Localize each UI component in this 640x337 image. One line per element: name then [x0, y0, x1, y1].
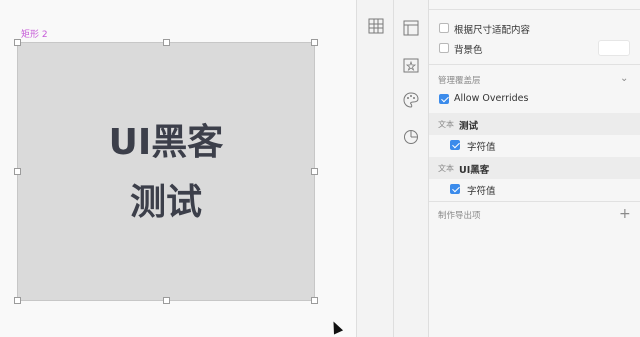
- group-name: 测试: [459, 121, 479, 132]
- export-section-title: 制作导出项: [438, 211, 481, 221]
- layer-name-label[interactable]: 矩形 2: [21, 27, 48, 40]
- override-value-checkbox[interactable]: [450, 140, 460, 150]
- toolbar-right: [394, 0, 429, 337]
- palette-icon[interactable]: [402, 92, 420, 110]
- resize-handle-left[interactable]: [14, 168, 21, 175]
- app-window: 矩形 2 UI黑客 测试 根据尺寸适配内容 背景色 管理覆盖层 ⌄ Allow …: [0, 0, 640, 337]
- symbol-icon[interactable]: [402, 57, 420, 75]
- override-value-row[interactable]: 字符值: [429, 179, 640, 201]
- fit-content-row[interactable]: 根据尺寸适配内容: [429, 18, 640, 40]
- resize-handle-bottom-left[interactable]: [14, 297, 21, 304]
- resize-handle-bottom[interactable]: [163, 297, 170, 304]
- resize-handle-top-left[interactable]: [14, 39, 21, 46]
- rect-text-line1: UI黑客: [108, 122, 224, 163]
- background-label: 背景色: [454, 45, 483, 56]
- divider: [429, 201, 640, 202]
- allow-overrides-label: Allow Overrides: [454, 93, 529, 104]
- resize-handle-top-right[interactable]: [311, 39, 318, 46]
- inspector-panel: 根据尺寸适配内容 背景色 管理覆盖层 ⌄ Allow Overrides 文本 …: [429, 0, 640, 337]
- background-checkbox[interactable]: [439, 43, 449, 53]
- override-group-2: 文本 UI黑客: [429, 157, 640, 179]
- resize-handle-bottom-right[interactable]: [311, 297, 318, 304]
- layout-icon[interactable]: [402, 20, 420, 38]
- canvas[interactable]: 矩形 2 UI黑客 测试: [0, 0, 356, 337]
- allow-overrides-checkbox[interactable]: [439, 94, 449, 104]
- resize-handle-top[interactable]: [163, 39, 170, 46]
- override-value-checkbox[interactable]: [450, 184, 460, 194]
- selected-rectangle[interactable]: UI黑客 测试: [17, 42, 315, 301]
- override-group-1: 文本 测试: [429, 113, 640, 135]
- allow-overrides-row[interactable]: Allow Overrides: [429, 89, 640, 111]
- toolbar-left: [356, 0, 394, 337]
- override-value-label: 字符值: [467, 186, 496, 197]
- mouse-cursor-icon: [328, 319, 344, 335]
- group-type-tag: 文本: [438, 120, 454, 129]
- fit-content-label: 根据尺寸适配内容: [454, 25, 531, 36]
- override-value-row[interactable]: 字符值: [429, 135, 640, 157]
- override-value-label: 字符值: [467, 142, 496, 153]
- add-export-plus-icon[interactable]: +: [619, 206, 631, 222]
- group-name: UI黑客: [459, 165, 490, 176]
- group-type-tag: 文本: [438, 164, 454, 173]
- rect-text-line2: 测试: [129, 182, 202, 223]
- fit-content-checkbox[interactable]: [439, 23, 449, 33]
- overrides-section-title: 管理覆盖层: [438, 76, 481, 86]
- pie-chart-icon[interactable]: [402, 129, 420, 147]
- resize-handle-right[interactable]: [311, 168, 318, 175]
- grid-icon[interactable]: [367, 18, 385, 36]
- background-color-swatch[interactable]: [598, 40, 630, 56]
- divider: [429, 9, 640, 10]
- chevron-down-icon[interactable]: ⌄: [620, 73, 628, 84]
- divider: [429, 64, 640, 65]
